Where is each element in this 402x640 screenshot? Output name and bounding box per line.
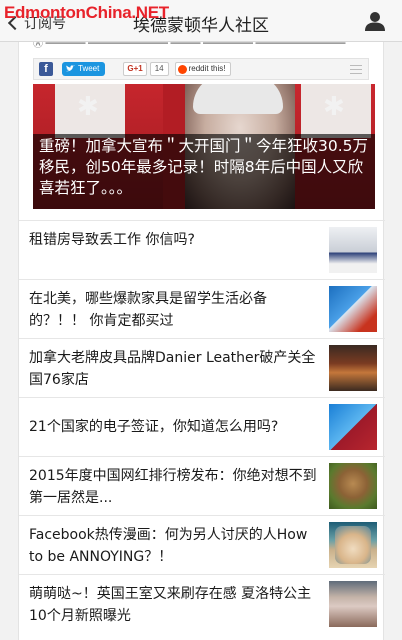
- list-item[interactable]: 萌萌哒~！英国王室又来刷存在感 夏洛特公主10个月新照曝光: [19, 574, 385, 632]
- list-item[interactable]: Facebook热传漫画：何为另人讨厌的人How to be ANNOYING？…: [19, 515, 385, 573]
- reddit-button[interactable]: reddit this!: [174, 62, 231, 76]
- article-title: 在北美，哪些爆款家具是留学生活必备的？！！ 你肯定都买过: [29, 291, 267, 329]
- maple-leaf-icon: ✱: [77, 92, 99, 122]
- article-title: 2015年度中国网红排行榜发布：你绝对想不到第一居然是...: [29, 468, 317, 506]
- hero-article[interactable]: ✱ ✱ 重磅！加拿大宣布＂大开国门＂今年狂收30.5万移民，创50年最多记录！时…: [33, 84, 375, 209]
- article-thumbnail: [329, 286, 377, 332]
- article-title: 加拿大老牌皮具品牌Danier Leather破产关全国76家店: [29, 350, 316, 388]
- share-bar: f Tweet G+1 14 reddit this!: [33, 58, 369, 80]
- article-title: 萌萌哒~！英国王室又来刷存在感 夏洛特公主10个月新照曝光: [29, 586, 312, 624]
- article-thumbnail: [329, 463, 377, 509]
- google-plus-count: 14: [149, 62, 169, 76]
- facebook-share-button[interactable]: f: [39, 62, 53, 76]
- article-title: 21个国家的电子签证，你知道怎么用吗?: [29, 419, 279, 435]
- article-thumbnail: [329, 345, 377, 391]
- article-card: Ⓐ ━━━━ ━━━━━━━━ ━━━ ━━━━━ ━━━━━━━━━ f Tw…: [18, 42, 385, 640]
- article-title: Facebook热传漫画：何为另人讨厌的人How to be ANNOYING？…: [29, 527, 308, 565]
- person-icon[interactable]: [364, 10, 386, 32]
- list-item[interactable]: 租错房导致丢工作 你信吗?: [19, 220, 385, 278]
- article-title: 租错房导致丢工作 你信吗?: [29, 232, 195, 248]
- tweet-label: Tweet: [78, 64, 100, 73]
- list-item[interactable]: 在北美，哪些爆款家具是留学生活必备的？！！ 你肯定都买过: [19, 279, 385, 337]
- article-thumbnail: [329, 227, 377, 273]
- site-watermark: EdmontonChina.NET: [4, 3, 169, 22]
- article-thumbnail: [329, 404, 377, 450]
- reddit-label: reddit this!: [188, 64, 226, 73]
- reddit-icon: [177, 64, 187, 74]
- thumbnail-art: [335, 526, 371, 564]
- menu-icon[interactable]: [350, 64, 362, 74]
- cropped-text-line: Ⓐ ━━━━ ━━━━━━━━ ━━━ ━━━━━ ━━━━━━━━━: [33, 42, 346, 50]
- list-item[interactable]: 加拿大老牌皮具品牌Danier Leather破产关全国76家店: [19, 338, 385, 396]
- article-thumbnail: [329, 581, 377, 627]
- twitter-bird-icon: [66, 65, 75, 72]
- hero-photo-hair: [193, 84, 283, 114]
- list-item[interactable]: 21个国家的电子签证，你知道怎么用吗?: [19, 397, 385, 455]
- google-plus-button[interactable]: G+1: [123, 62, 147, 76]
- maple-leaf-icon: ✱: [323, 92, 345, 122]
- hero-caption: 重磅！加拿大宣布＂大开国门＂今年狂收30.5万移民，创50年最多记录！时隔8年后…: [33, 134, 375, 209]
- list-item[interactable]: 2015年度中国网红排行榜发布：你绝对想不到第一居然是...: [19, 456, 385, 514]
- tweet-button[interactable]: Tweet: [62, 62, 106, 76]
- article-thumbnail: [329, 522, 377, 568]
